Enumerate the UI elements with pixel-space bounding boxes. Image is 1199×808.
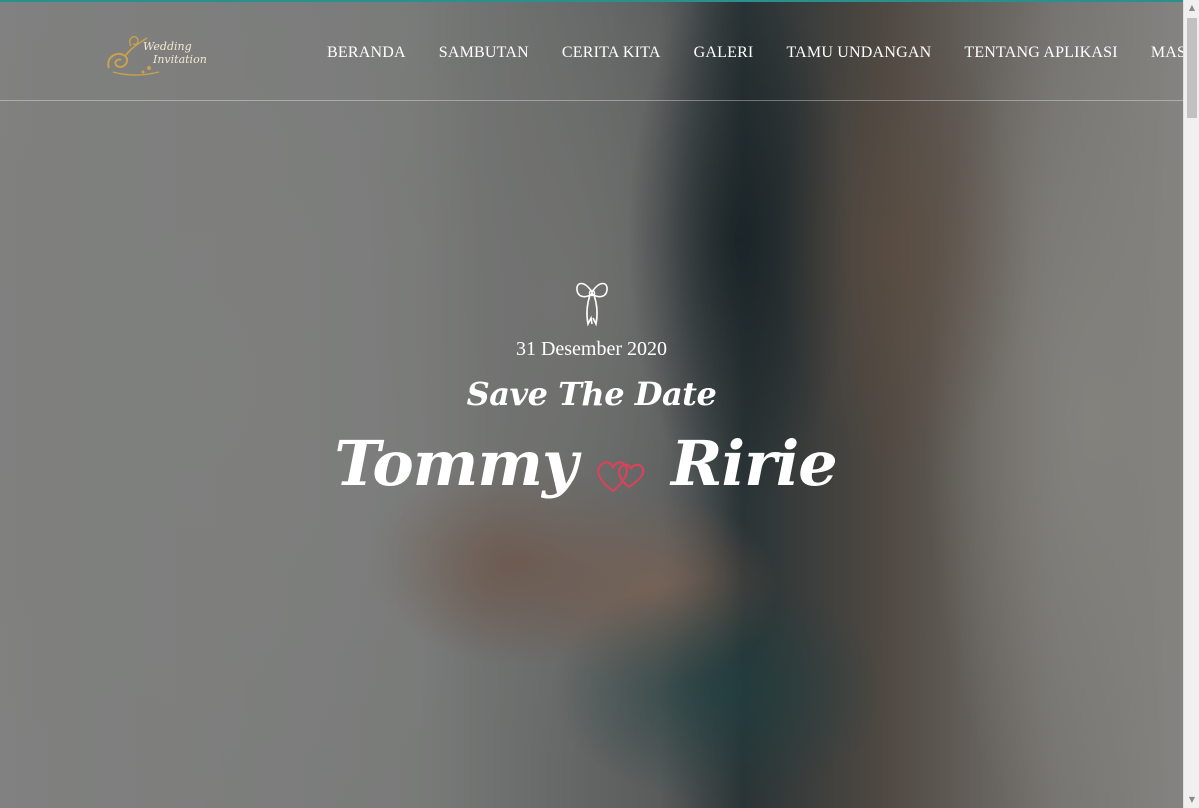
scrollbar-thumb[interactable] [1187, 18, 1197, 118]
logo-text-line1: Wedding [143, 40, 192, 53]
logo-text: Wedding Invitation [143, 40, 223, 66]
navbar: Wedding Invitation BERANDA SAMBUTAN CERI… [0, 0, 1199, 101]
main-navigation: BERANDA SAMBUTAN CERITA KITA GALERI TAMU… [327, 44, 1199, 62]
logo-text-line2: Invitation [153, 53, 207, 66]
nav-item-tamu-undangan[interactable]: TAMU UNDANGAN [786, 44, 931, 62]
nav-item-beranda[interactable]: BERANDA [327, 44, 406, 62]
wedding-date: 31 Desember 2020 [515, 338, 668, 360]
nav-item-galeri[interactable]: GALERI [694, 44, 754, 62]
scroll-up-arrow-icon[interactable]: ▲ [1184, 0, 1199, 16]
site-logo[interactable]: Wedding Invitation [103, 28, 215, 84]
nav-item-tentang-aplikasi[interactable]: TENTANG APLIKASI [964, 44, 1117, 62]
scroll-down-arrow-icon[interactable]: ▼ [1184, 792, 1199, 808]
save-the-date-heading: Save The Date [466, 375, 717, 413]
hearts-icon [597, 461, 645, 493]
nav-item-cerita-kita[interactable]: CERITA KITA [562, 44, 661, 62]
groom-name: Tommy [334, 427, 578, 500]
couple-names: Tommy Ririe [0, 427, 1183, 527]
ribbon-bow-icon [575, 282, 608, 327]
bride-name: Ririe [671, 427, 838, 500]
vertical-scrollbar[interactable]: ▲ ▼ [1183, 0, 1199, 808]
nav-item-sambutan[interactable]: SAMBUTAN [439, 44, 529, 62]
hero-section: 31 Desember 2020 Save The Date Tommy Rir… [0, 276, 1183, 527]
